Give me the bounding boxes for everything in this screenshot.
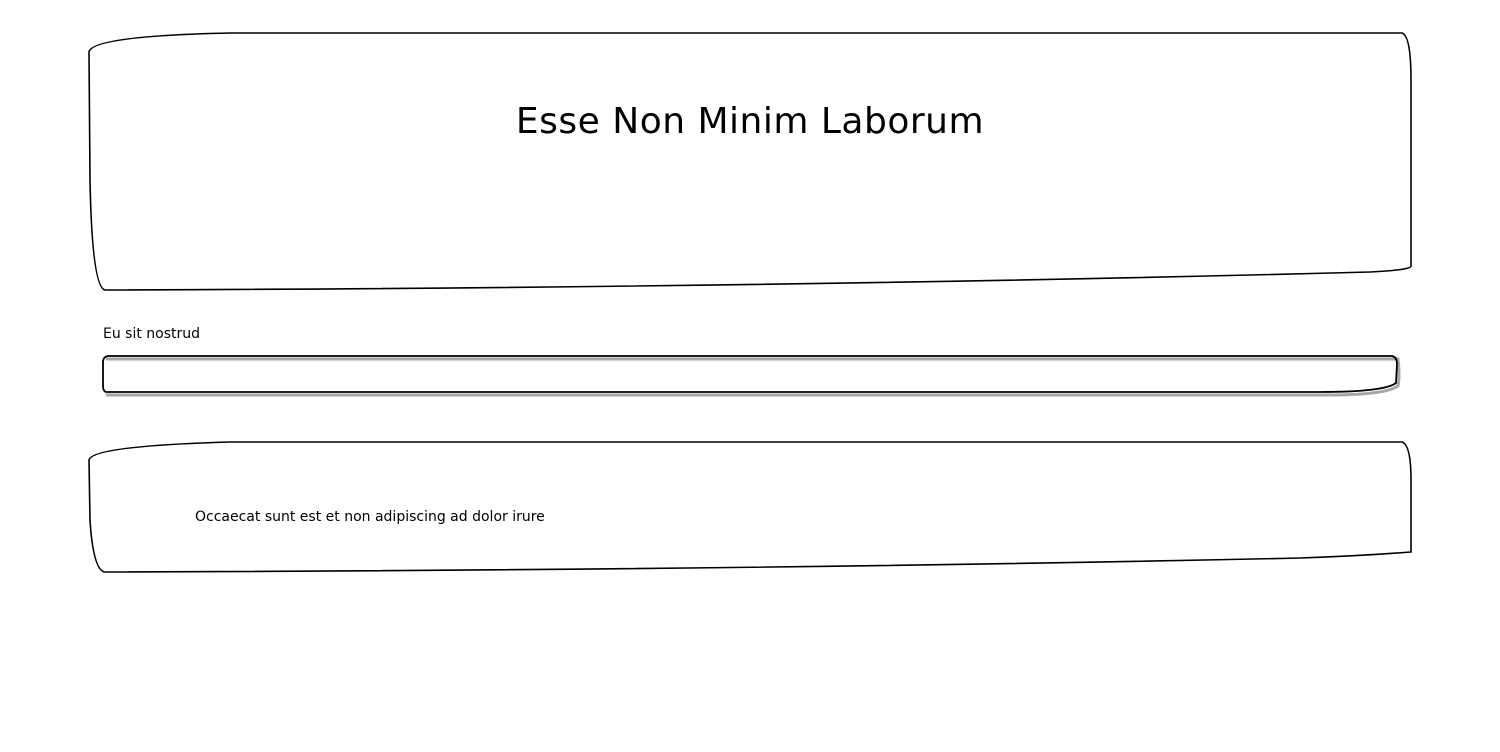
content-panel [89, 442, 1411, 572]
content-text: Occaecat sunt est et non adipiscing ad d… [195, 509, 545, 525]
header-panel [89, 33, 1411, 290]
field-label: Eu sit nostrud [103, 326, 201, 342]
page-title: Esse Non Minim Laborum [515, 101, 985, 142]
text-input-field[interactable] [104, 356, 1396, 392]
